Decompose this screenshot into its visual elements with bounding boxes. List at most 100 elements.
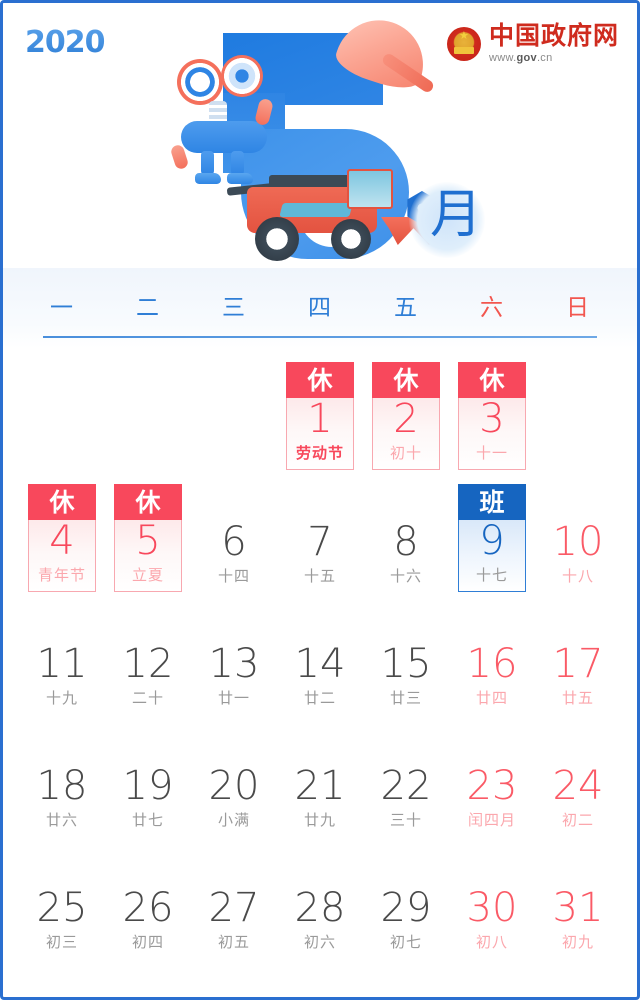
weekday-label-6: 日 <box>566 295 590 320</box>
calendar-day-cell[interactable]: 23 闰四月 <box>449 714 535 836</box>
calendar-day-cell[interactable]: 11 十九 <box>19 592 105 714</box>
lunar-label: 初五 <box>217 935 250 951</box>
day-number: 22 <box>380 763 432 809</box>
calendar-day-cell[interactable]: 休 3 十一 <box>449 348 535 470</box>
calendar-day-cell[interactable]: 17 廿五 <box>535 592 621 714</box>
work-badge: 班 <box>458 484 526 520</box>
calendar-day-cell[interactable]: 31 初九 <box>535 836 621 958</box>
calendar-day-cell[interactable]: 休 4 青年节 <box>19 470 105 592</box>
robot-icon <box>169 53 285 184</box>
calendar-cell-empty <box>535 348 621 470</box>
day-content: 1 劳动节 <box>286 398 354 470</box>
day-content: 8 十六 <box>372 521 440 592</box>
day-stack: 休 4 青年节 <box>28 484 96 592</box>
lunar-label: 初七 <box>389 935 422 951</box>
day-content: 9 十七 <box>458 520 526 592</box>
day-content: 25 初三 <box>28 887 96 958</box>
day-content: 13 廿一 <box>200 643 268 714</box>
lunar-label: 二十 <box>131 691 164 707</box>
day-stack: 30 初八 <box>458 887 526 958</box>
harvester-stripe <box>279 203 353 217</box>
calendar-day-cell[interactable]: 25 初三 <box>19 836 105 958</box>
calendar-grid: 休 1 劳动节休 2 初十休 3 十一休 4 青年节休 5 立夏 6 十四 7 十五 8 十六班 9 十七 10 十八 1… <box>3 348 637 958</box>
calendar-day-cell[interactable]: 30 初八 <box>449 836 535 958</box>
lunar-label: 廿五 <box>561 691 594 707</box>
calendar-day-cell[interactable]: 休 1 劳动节 <box>277 348 363 470</box>
day-number: 3 <box>479 396 505 442</box>
calendar-day-cell[interactable]: 27 初五 <box>191 836 277 958</box>
day-content: 19 廿七 <box>114 765 182 836</box>
lunar-label: 十一 <box>475 446 508 462</box>
gov-logo-text: 中国政府网 www.gov.cn <box>489 23 619 64</box>
day-stack: 17 廿五 <box>544 643 612 714</box>
gov-site-url: www.gov.cn <box>489 53 619 64</box>
month-label: 月 <box>409 176 493 260</box>
calendar-day-cell[interactable]: 12 二十 <box>105 592 191 714</box>
lunar-label: 廿一 <box>217 691 250 707</box>
day-content: 22 三十 <box>372 765 440 836</box>
lunar-label: 十四 <box>217 569 250 585</box>
harvester-cab <box>347 169 393 209</box>
lunar-label: 初三 <box>45 935 78 951</box>
calendar-day-cell[interactable]: 13 廿一 <box>191 592 277 714</box>
day-content: 17 廿五 <box>544 643 612 714</box>
day-number: 25 <box>36 885 88 931</box>
day-content: 16 廿四 <box>458 643 526 714</box>
calendar-cell-empty <box>105 348 191 470</box>
day-stack: 16 廿四 <box>458 643 526 714</box>
rest-badge: 休 <box>28 484 96 520</box>
day-stack: 15 廿三 <box>372 643 440 714</box>
day-number: 16 <box>466 641 518 687</box>
calendar-day-cell[interactable]: 休 5 立夏 <box>105 470 191 592</box>
month-illustration: 月 <box>163 8 503 266</box>
rest-badge: 休 <box>286 362 354 398</box>
calendar-day-cell[interactable]: 21 廿九 <box>277 714 363 836</box>
lunar-label: 三十 <box>389 813 422 829</box>
day-stack: 21 廿九 <box>286 765 354 836</box>
calendar-day-cell[interactable]: 16 廿四 <box>449 592 535 714</box>
calendar-day-cell[interactable]: 6 十四 <box>191 470 277 592</box>
day-number: 15 <box>380 641 432 687</box>
calendar-day-cell[interactable]: 28 初六 <box>277 836 363 958</box>
lunar-label: 劳动节 <box>295 446 344 462</box>
lunar-label: 初二 <box>561 813 594 829</box>
day-number: 31 <box>552 885 604 931</box>
day-number: 11 <box>36 641 88 687</box>
calendar-day-cell[interactable]: 7 十五 <box>277 470 363 592</box>
day-content: 24 初二 <box>544 765 612 836</box>
year-logo: 2020 <box>25 25 105 60</box>
day-number: 21 <box>294 763 346 809</box>
calendar-day-cell[interactable]: 29 初七 <box>363 836 449 958</box>
day-stack: 班 9 十七 <box>458 484 526 592</box>
calendar-day-cell[interactable]: 10 十八 <box>535 470 621 592</box>
rest-badge: 休 <box>458 362 526 398</box>
calendar-day-cell[interactable]: 休 2 初十 <box>363 348 449 470</box>
calendar-day-cell[interactable]: 18 廿六 <box>19 714 105 836</box>
calendar-day-cell[interactable]: 22 三十 <box>363 714 449 836</box>
hard-hat-icon <box>331 8 436 96</box>
day-stack: 12 二十 <box>114 643 182 714</box>
day-stack: 25 初三 <box>28 887 96 958</box>
day-stack: 28 初六 <box>286 887 354 958</box>
weekday-label-4: 五 <box>394 295 418 320</box>
harvester-wheel-front <box>331 219 371 259</box>
day-content: 14 廿二 <box>286 643 354 714</box>
calendar-day-cell[interactable]: 19 廿七 <box>105 714 191 836</box>
day-number: 24 <box>552 763 604 809</box>
calendar-day-cell[interactable]: 24 初二 <box>535 714 621 836</box>
calendar-day-cell[interactable]: 14 廿二 <box>277 592 363 714</box>
calendar-day-cell[interactable]: 8 十六 <box>363 470 449 592</box>
lunar-label: 小满 <box>217 813 250 829</box>
lunar-label: 十七 <box>475 568 508 584</box>
calendar-week-row: 休 4 青年节休 5 立夏 6 十四 7 十五 8 十六班 9 十七 10 十八 <box>19 470 621 592</box>
robot-body <box>181 121 267 153</box>
weekday-header: 一二三四五六日 <box>3 268 637 348</box>
day-number: 26 <box>122 885 174 931</box>
calendar-day-cell[interactable]: 15 廿三 <box>363 592 449 714</box>
calendar-day-cell[interactable]: 20 小满 <box>191 714 277 836</box>
calendar-day-cell[interactable]: 班 9 十七 <box>449 470 535 592</box>
lunar-label: 十八 <box>561 569 594 585</box>
day-content: 7 十五 <box>286 521 354 592</box>
calendar-card: 2020 中国政府网 www.gov.cn <box>0 0 640 1000</box>
calendar-day-cell[interactable]: 26 初四 <box>105 836 191 958</box>
